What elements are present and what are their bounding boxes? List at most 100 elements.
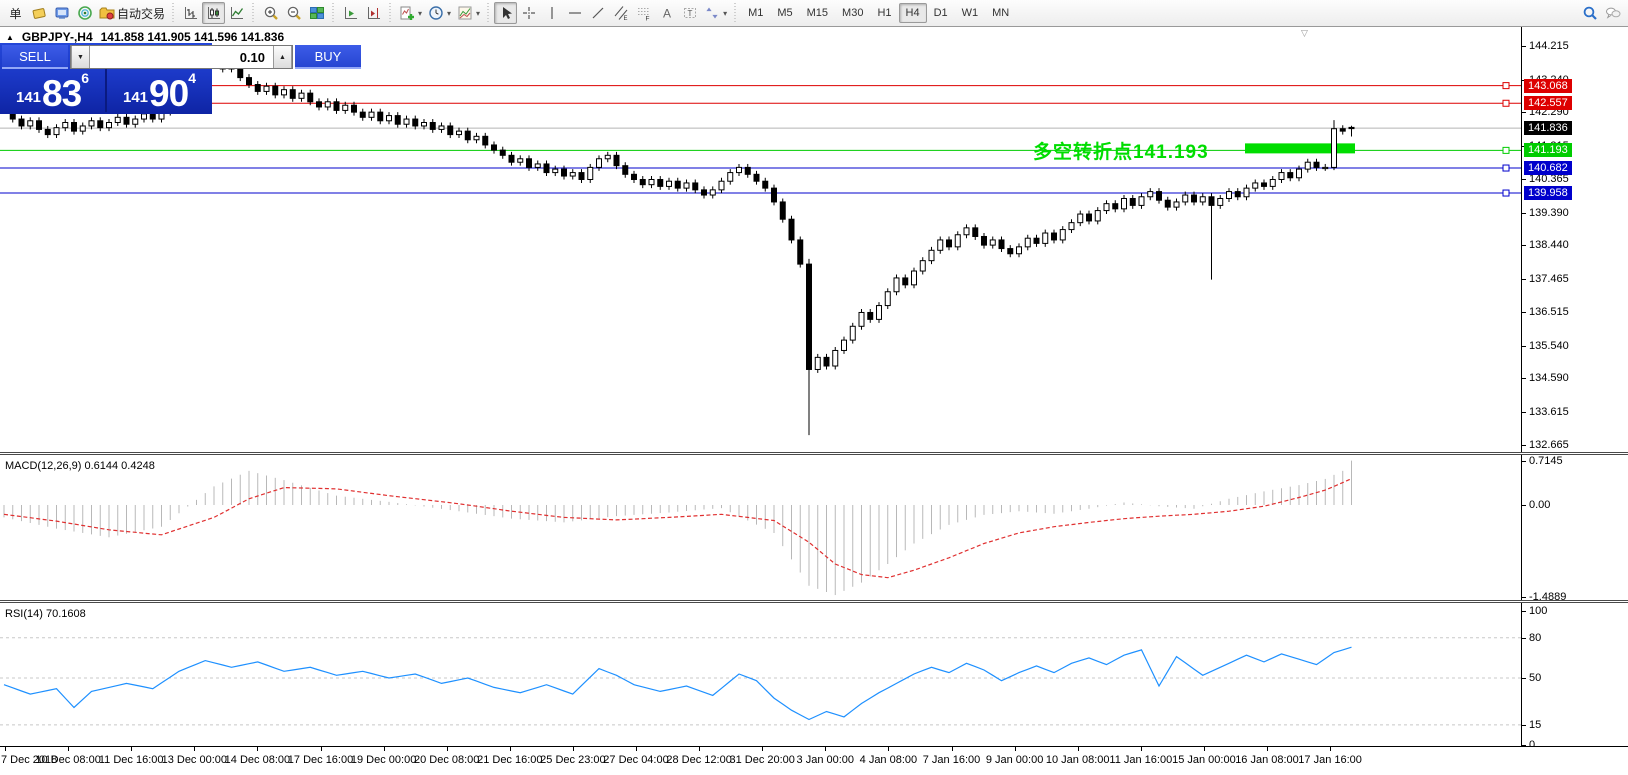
- templates-button[interactable]: ▾: [454, 2, 483, 24]
- zoom-in-button[interactable]: [259, 2, 282, 24]
- timeframe-m30[interactable]: M30: [835, 3, 870, 23]
- chart-window-button[interactable]: [27, 2, 50, 24]
- cursor-icon: [498, 5, 514, 21]
- timeframe-w1[interactable]: W1: [955, 3, 986, 23]
- buy-button[interactable]: BUY: [295, 45, 361, 69]
- chat-button[interactable]: [1601, 2, 1624, 24]
- axis-tick-mark: [1522, 505, 1526, 506]
- line-end-marker[interactable]: [1502, 146, 1510, 154]
- time-axis-label: 15 Jan 00:00: [1172, 754, 1236, 766]
- signals-button[interactable]: [73, 2, 96, 24]
- arrows-icon: [704, 5, 720, 21]
- buy-price-big: 90: [149, 73, 189, 114]
- vertical-line-button[interactable]: [540, 2, 563, 24]
- dropdown-caret-icon[interactable]: ▾: [418, 9, 422, 18]
- tline-icon: [590, 5, 606, 21]
- timeframe-m15[interactable]: M15: [800, 3, 835, 23]
- time-tick-mark: [257, 747, 259, 751]
- timeframe-m1[interactable]: M1: [741, 3, 770, 23]
- time-tick-mark: [572, 747, 574, 751]
- time-tick-mark: [446, 747, 448, 751]
- axis-tick-mark: [1522, 112, 1526, 114]
- line-end-marker[interactable]: [1502, 189, 1510, 197]
- collapse-icon[interactable]: ▲: [6, 33, 14, 42]
- rsi-line: [3, 646, 1352, 721]
- time-axis-label: 17 Dec 16:00: [287, 754, 354, 766]
- label-button[interactable]: T: [678, 2, 701, 24]
- time-tick-mark: [762, 747, 764, 751]
- text-button[interactable]: A: [655, 2, 678, 24]
- time-tick-mark: [1014, 747, 1016, 751]
- terminal-button[interactable]: [50, 2, 73, 24]
- indicators-button[interactable]: ▾: [396, 2, 425, 24]
- axis-tick-mark: [1522, 245, 1526, 247]
- horizontal-line-button[interactable]: [563, 2, 586, 24]
- chart-shift-button[interactable]: [362, 2, 385, 24]
- zoom-out-button[interactable]: [282, 2, 305, 24]
- price-axis[interactable]: 144.215143.240142.290141.315140.365139.3…: [1521, 27, 1628, 751]
- timeframe-h1-label: H1: [877, 7, 892, 19]
- periods-button[interactable]: ▾: [425, 2, 454, 24]
- dropdown-caret-icon[interactable]: ▾: [447, 9, 451, 18]
- timeframe-m5[interactable]: M5: [770, 3, 799, 23]
- fibonacci-button[interactable]: F: [632, 2, 655, 24]
- main-chart-pane[interactable]: ▲ GBPJPY-,H4 141.858 141.905 141.596 141…: [0, 27, 1521, 452]
- timeframe-h4[interactable]: H4: [898, 3, 927, 23]
- sell-price[interactable]: 141 83 6: [0, 69, 107, 112]
- pane-separator[interactable]: [0, 452, 1628, 455]
- crosshair-button[interactable]: [517, 2, 540, 24]
- cursor-button[interactable]: [494, 2, 518, 24]
- time-tick-mark: [1267, 747, 1268, 751]
- hline-icon: [567, 5, 583, 21]
- toolbar: 单 自动交易 ▾ ▾ ▾ E F A T ▾ M1 M5 M15 M30 H1 H4 D1 W1 MN: [0, 0, 1628, 27]
- candles-icon: [206, 5, 222, 21]
- toolbar-separator: [388, 3, 394, 23]
- macd-indicator-pane[interactable]: MACD(12,26,9) 0.6144 0.4248: [0, 455, 1521, 600]
- volume-increase-button[interactable]: ▲: [273, 46, 292, 68]
- trendline-button[interactable]: [586, 2, 609, 24]
- timeframe-d1[interactable]: D1: [927, 3, 955, 23]
- one-click-trading-panel: SELL ▼ ▲ BUY 141 83 6 141: [0, 43, 361, 114]
- line-end-marker[interactable]: [1502, 99, 1510, 107]
- auto-scroll-button[interactable]: [339, 2, 362, 24]
- pivot-annotation-bar[interactable]: [1245, 143, 1355, 154]
- rsi-indicator-pane[interactable]: RSI(14) 70.1608: [0, 603, 1521, 746]
- axis-tick-mark: [1522, 611, 1526, 612]
- time-tick-mark: [131, 747, 133, 751]
- volume-input[interactable]: [90, 46, 273, 68]
- time-tick-mark: [68, 747, 70, 751]
- line-chart-button[interactable]: [225, 2, 248, 24]
- bar-chart-button[interactable]: [179, 2, 202, 24]
- arrows-button[interactable]: ▾: [701, 2, 730, 24]
- timeframe-mn-label: MN: [992, 7, 1010, 19]
- search-button[interactable]: [1578, 2, 1601, 24]
- svg-text:F: F: [645, 16, 649, 22]
- time-axis[interactable]: 7 Dec 2018 10 Dec 08:00 11 Dec 16:00 13 Dec…: [0, 746, 1628, 775]
- sell-button[interactable]: SELL: [2, 45, 68, 69]
- tile-windows-button[interactable]: [305, 2, 328, 24]
- timeframe-mn[interactable]: MN: [985, 3, 1016, 23]
- chart-shift-marker[interactable]: ▽: [1301, 28, 1308, 39]
- axis-tick-mark: [1522, 460, 1526, 462]
- dropdown-caret-icon[interactable]: ▾: [476, 9, 480, 18]
- price-level-label: 141.836: [1524, 121, 1572, 136]
- line-end-marker[interactable]: [1502, 82, 1510, 90]
- line-end-marker[interactable]: [1502, 164, 1510, 172]
- time-axis-label: 16 Jan 08:00: [1235, 754, 1299, 766]
- axis-tick-mark: [1522, 345, 1526, 347]
- equidistant-channel-button[interactable]: E: [609, 2, 632, 24]
- time-tick-mark: [509, 747, 511, 751]
- time-axis-label: 17 Jan 16:00: [1298, 754, 1362, 766]
- time-tick-mark: [194, 747, 196, 751]
- timeframe-h1[interactable]: H1: [870, 3, 898, 23]
- pane-separator[interactable]: [0, 600, 1628, 603]
- dropdown-caret-icon[interactable]: ▾: [723, 9, 727, 18]
- auto-trading-button[interactable]: 自动交易: [96, 2, 168, 24]
- timeframe-m15-label: M15: [806, 7, 829, 19]
- tile-icon: [309, 5, 325, 21]
- axis-tick-mark: [1522, 279, 1526, 281]
- buy-price[interactable]: 141 90 4: [107, 69, 212, 112]
- new-order-button[interactable]: 单: [4, 2, 27, 24]
- candlestick-chart-button[interactable]: [202, 2, 226, 24]
- volume-decrease-button[interactable]: ▼: [71, 46, 90, 68]
